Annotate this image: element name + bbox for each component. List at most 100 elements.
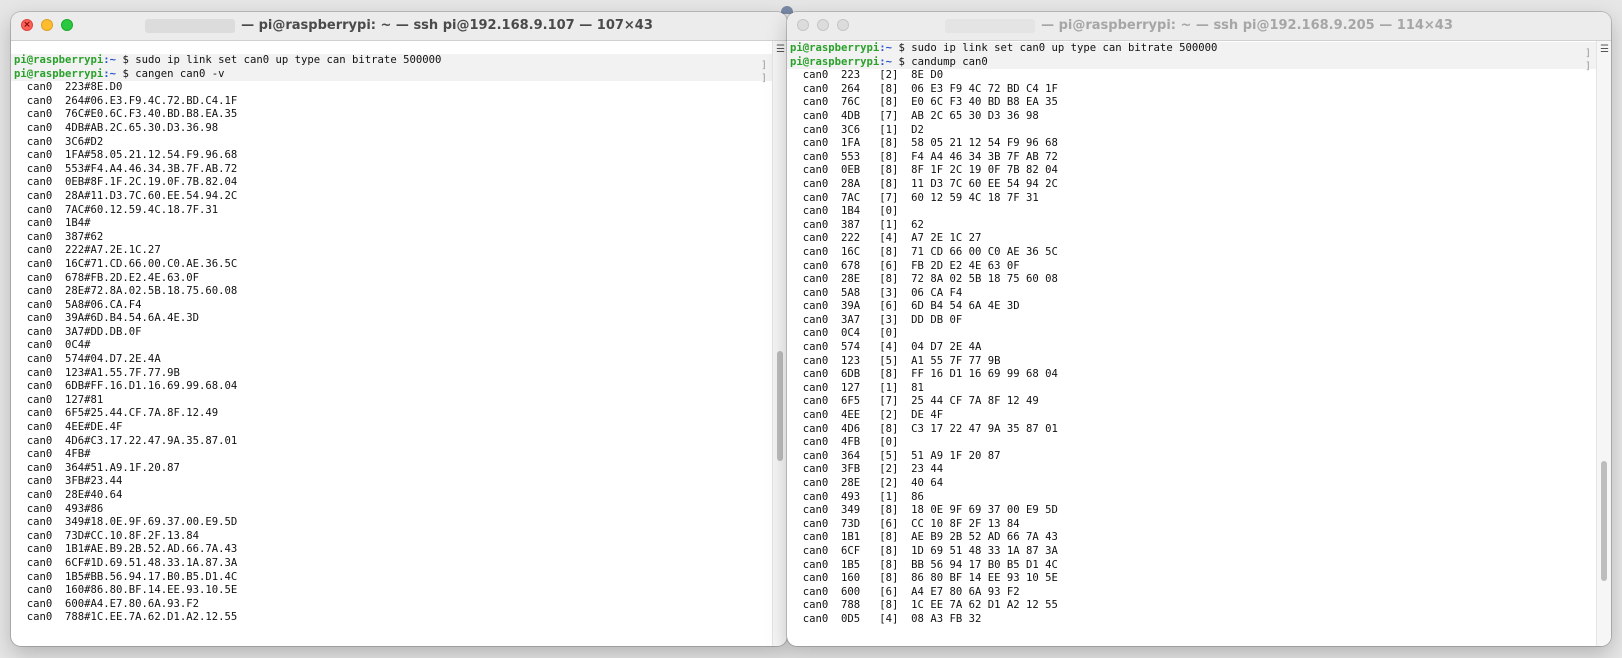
line-marker: ] bbox=[1584, 61, 1591, 72]
scrollbar-thumb[interactable] bbox=[1601, 461, 1607, 581]
terminal-lines: pi@raspberrypi:~ $ sudo ip link set can0… bbox=[11, 54, 787, 625]
output-line: can0 1FA#58.05.21.12.54.F9.96.68 bbox=[14, 149, 238, 162]
output-line: can0 16C [8] 71 CD 66 00 C0 AE 36 5C bbox=[790, 245, 1058, 258]
terminal-output[interactable]: pi@raspberrypi:~ $ sudo ip link set can0… bbox=[787, 41, 1611, 646]
output-line: can0 73D [6] CC 10 8F 2F 13 84 bbox=[790, 517, 1020, 530]
output-line: can0 6CF [8] 1D 69 51 48 33 1A 87 3A bbox=[790, 544, 1058, 557]
output-line: can0 0EB [8] 8F 1F 2C 19 0F 7B 82 04 bbox=[790, 164, 1058, 177]
output-line: can0 127#81 bbox=[14, 393, 104, 406]
output-line: can0 349#18.0E.9F.69.37.00.E9.5D bbox=[14, 516, 238, 529]
prompt-user: pi@raspberrypi bbox=[14, 67, 104, 80]
prompt-user: pi@raspberrypi bbox=[14, 54, 104, 66]
output-line: can0 493 [1] 86 bbox=[790, 490, 924, 503]
output-line: can0 223#8E.D0 bbox=[14, 81, 123, 94]
output-line: can0 6DB#FF.16.D1.16.69.99.68.04 bbox=[14, 380, 238, 393]
output-line: can0 1B1 [8] AE B9 2B 52 AD 66 7A 43 bbox=[790, 531, 1058, 544]
output-line: can0 600#A4.E7.80.6A.93.F2 bbox=[14, 597, 199, 610]
output-line: can0 574#04.D7.2E.4A bbox=[14, 353, 161, 366]
output-line: can0 553#F4.A4.46.34.3B.7F.AB.72 bbox=[14, 162, 238, 175]
output-line: can0 387 [1] 62 bbox=[790, 218, 924, 231]
output-line: can0 4DB#AB.2C.65.30.D3.36.98 bbox=[14, 121, 219, 134]
output-line: can0 127 [1] 81 bbox=[790, 381, 924, 394]
output-line: can0 6DB [8] FF 16 D1 16 69 99 68 04 bbox=[790, 368, 1058, 381]
output-line: can0 6CF#1D.69.51.48.33.1A.87.3A bbox=[14, 556, 238, 569]
output-line: can0 4D6#C3.17.22.47.9A.35.87.01 bbox=[14, 434, 238, 447]
prompt-path: :~ bbox=[879, 42, 893, 54]
output-line: can0 123#A1.55.7F.77.9B bbox=[14, 366, 180, 379]
redacted-tab-name bbox=[945, 18, 1036, 33]
prompt-path: :~ bbox=[879, 55, 893, 68]
output-line: can0 6F5 [7] 25 44 CF 7A 8F 12 49 bbox=[790, 395, 1039, 408]
list-icon[interactable]: ☰ bbox=[1600, 45, 1609, 55]
output-line: can0 1B5 [8] BB 56 94 17 B0 B5 D1 4C bbox=[790, 558, 1058, 571]
scrollbar[interactable]: ☰ bbox=[772, 41, 787, 646]
output-line: can0 73D#CC.10.8F.2F.13.84 bbox=[14, 529, 199, 542]
titlebar[interactable]: × — pi@raspberrypi: ~ — ssh pi@192.168.9… bbox=[11, 12, 787, 41]
output-line: can0 1B4 [0] bbox=[790, 205, 899, 218]
command-text: $ sudo ip link set can0 up type can bitr… bbox=[116, 54, 442, 66]
output-line: can0 0C4 [0] bbox=[790, 327, 899, 340]
output-line: can0 387#62 bbox=[14, 230, 104, 243]
output-line: can0 123 [5] A1 55 7F 77 9B bbox=[790, 354, 1001, 367]
output-line: can0 4D6 [8] C3 17 22 47 9A 35 87 01 bbox=[790, 422, 1058, 435]
output-line: can0 364#51.A9.1F.20.87 bbox=[14, 461, 180, 474]
output-line: can0 574 [4] 04 D7 2E 4A bbox=[790, 341, 982, 354]
output-line: can0 264#06.E3.F9.4C.72.BD.C4.1F bbox=[14, 94, 238, 107]
prompt-line: pi@raspberrypi:~ $ cangen can0 -v bbox=[11, 67, 787, 82]
terminal-window-right[interactable]: — pi@raspberrypi: ~ — ssh pi@192.168.9.2… bbox=[787, 12, 1611, 646]
output-line: can0 222#A7.2E.1C.27 bbox=[14, 244, 161, 257]
output-line: can0 28E#40.64 bbox=[14, 489, 123, 501]
output-line: can0 1B5#BB.56.94.17.B0.B5.D1.4C bbox=[14, 570, 238, 583]
output-line: can0 3C6#D2 bbox=[14, 135, 104, 148]
output-line: can0 3A7#DD.DB.0F bbox=[14, 325, 142, 338]
output-line: can0 1B4# bbox=[14, 217, 91, 230]
output-line: can0 4EE [2] DE 4F bbox=[790, 409, 944, 422]
line-marker: ] bbox=[1584, 48, 1591, 59]
titlebar[interactable]: — pi@raspberrypi: ~ — ssh pi@192.168.9.2… bbox=[787, 12, 1611, 41]
output-line: can0 76C#E0.6C.F3.40.BD.B8.EA.35 bbox=[14, 108, 238, 121]
output-line: can0 160#86.80.BF.14.EE.93.10.5E bbox=[14, 584, 238, 597]
output-line: can0 4DB [7] AB 2C 65 30 D3 36 98 bbox=[790, 109, 1039, 122]
prompt-path: :~ bbox=[103, 67, 117, 80]
output-line: can0 553 [8] F4 A4 46 34 3B 7F AB 72 bbox=[790, 150, 1058, 163]
output-line: can0 76C [8] E0 6C F3 40 BD B8 EA 35 bbox=[790, 96, 1058, 109]
output-line: can0 3FB#23.44 bbox=[14, 475, 123, 488]
output-line: can0 5A8 [3] 06 CA F4 bbox=[790, 286, 963, 299]
terminal-window-left[interactable]: × — pi@raspberrypi: ~ — ssh pi@192.168.9… bbox=[11, 12, 787, 646]
output-line: can0 4FB [0] bbox=[790, 436, 899, 449]
output-line: can0 4FB# bbox=[14, 448, 91, 461]
output-line: can0 16C#71.CD.66.00.C0.AE.36.5C bbox=[14, 257, 238, 270]
output-line: can0 1FA [8] 58 05 21 12 54 F9 96 68 bbox=[790, 137, 1058, 150]
output-line: can0 28E#72.8A.02.5B.18.75.60.08 bbox=[14, 285, 238, 298]
prompt-line: pi@raspberrypi:~ $ sudo ip link set can0… bbox=[11, 54, 787, 68]
line-marker: ] bbox=[760, 60, 767, 71]
prompt-line: pi@raspberrypi:~ $ candump can0 bbox=[787, 55, 1611, 70]
command-text: $ sudo ip link set can0 up type can bitr… bbox=[892, 42, 1218, 54]
output-line: can0 788 [8] 1C EE 7A 62 D1 A2 12 55 bbox=[790, 599, 1058, 612]
output-line: can0 678#FB.2D.E2.4E.63.0F bbox=[14, 271, 199, 284]
scrollbar[interactable]: ☰ bbox=[1596, 41, 1611, 646]
prompt-line: pi@raspberrypi:~ $ sudo ip link set can0… bbox=[787, 42, 1611, 56]
output-line: can0 160 [8] 86 80 BF 14 EE 93 10 5E bbox=[790, 572, 1058, 585]
output-line: can0 3C6 [1] D2 bbox=[790, 123, 924, 136]
output-line: can0 678 [6] FB 2D E2 4E 63 0F bbox=[790, 259, 1020, 272]
output-line: can0 493#86 bbox=[14, 502, 104, 515]
output-line: can0 39A#6D.B4.54.6A.4E.3D bbox=[14, 312, 199, 325]
output-line: can0 7AC#60.12.59.4C.18.7F.31 bbox=[14, 203, 219, 216]
output-line: can0 3A7 [3] DD DB 0F bbox=[790, 313, 963, 326]
scrollbar-thumb[interactable] bbox=[777, 351, 783, 461]
command-text: $ cangen can0 -v bbox=[116, 67, 225, 80]
terminal-lines: pi@raspberrypi:~ $ sudo ip link set can0… bbox=[787, 42, 1611, 627]
line-marker: ] bbox=[760, 73, 767, 84]
output-line: can0 349 [8] 18 0E 9F 69 37 00 E9 5D bbox=[790, 504, 1058, 517]
window-title: — pi@raspberrypi: ~ — ssh pi@192.168.9.1… bbox=[11, 12, 787, 40]
output-line: can0 0C4# bbox=[14, 339, 91, 352]
output-line: can0 1B1#AE.B9.2B.52.AD.66.7A.43 bbox=[14, 543, 238, 556]
output-line: can0 28A#11.D3.7C.60.EE.54.94.2C bbox=[14, 189, 238, 202]
output-line: can0 223 [2] 8E D0 bbox=[790, 69, 944, 82]
output-line: can0 28E [2] 40 64 bbox=[790, 477, 944, 489]
window-title: — pi@raspberrypi: ~ — ssh pi@192.168.9.2… bbox=[787, 12, 1611, 40]
output-line: can0 788#1C.EE.7A.62.D1.A2.12.55 bbox=[14, 611, 238, 624]
terminal-output[interactable]: pi@raspberrypi:~ $ sudo ip link set can0… bbox=[11, 41, 787, 646]
list-icon[interactable]: ☰ bbox=[776, 45, 785, 55]
